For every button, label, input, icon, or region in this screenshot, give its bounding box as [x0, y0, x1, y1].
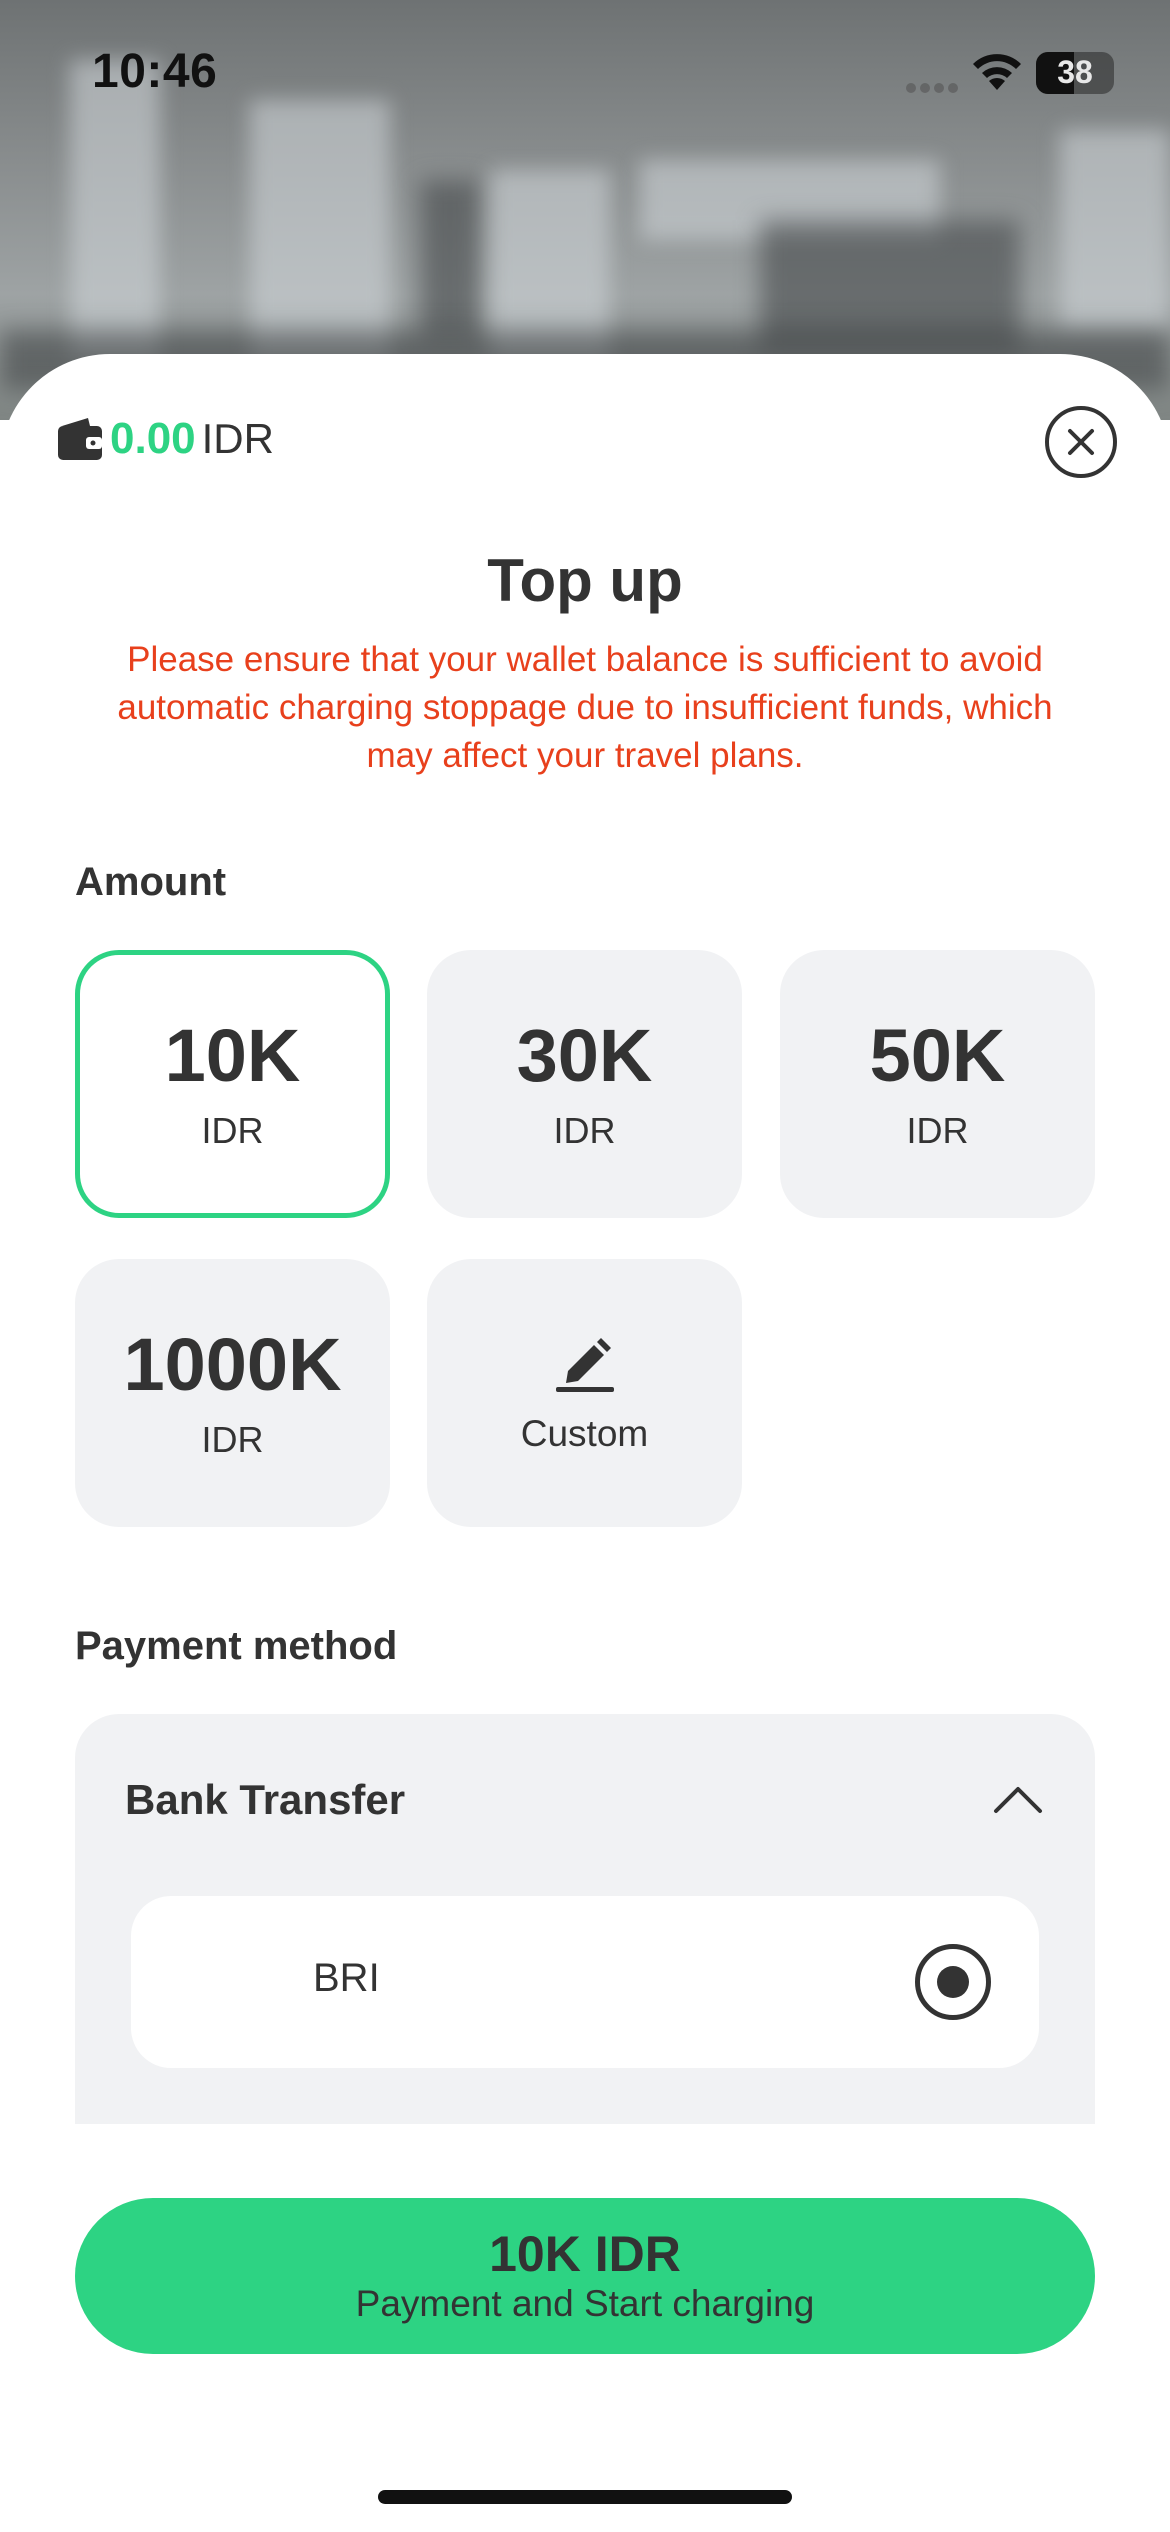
amount-options: 10K IDR 30K IDR 50K IDR 1000K IDR Custom — [75, 950, 1095, 1530]
amount-unit: IDR — [201, 1419, 264, 1460]
edit-icon — [555, 1338, 614, 1392]
close-button[interactable] — [1045, 406, 1117, 478]
status-time: 10:46 — [92, 45, 218, 98]
amount-unit: IDR — [201, 1110, 264, 1151]
battery-level: 38 — [1057, 54, 1093, 90]
method-bank-transfer[interactable]: Bank Transfer — [125, 1776, 405, 1824]
amount-option-custom[interactable]: Custom — [427, 1259, 742, 1527]
amount-value: 50K — [869, 1014, 1006, 1097]
wallet-balance: 0.00 IDR — [56, 412, 274, 466]
wifi-icon — [973, 54, 1021, 90]
payment-method-panel: Bank Transfer BRI — [75, 1714, 1095, 2124]
amount-option-10k[interactable]: 10K IDR — [75, 950, 390, 1218]
wallet-amount: 0.00 — [110, 414, 196, 463]
amount-option-50k[interactable]: 50K IDR — [780, 950, 1095, 1218]
amount-unit: IDR — [553, 1110, 616, 1151]
balance-warning: Please ensure that your wallet balance i… — [117, 640, 1053, 775]
pay-amount: 10K IDR — [489, 2226, 681, 2282]
custom-label: Custom — [520, 1413, 649, 1454]
chevron-up-icon[interactable] — [993, 1784, 1043, 1814]
wallet-currency: IDR — [201, 415, 274, 462]
amount-option-30k[interactable]: 30K IDR — [427, 950, 742, 1218]
amount-unit: IDR — [906, 1110, 969, 1151]
amount-label: Amount — [75, 860, 227, 904]
payment-method-label: Payment method — [75, 1624, 398, 1668]
close-icon — [1068, 429, 1094, 455]
amount-option-1000k[interactable]: 1000K IDR — [75, 1259, 390, 1527]
pay-caption: Payment and Start charging — [355, 2283, 815, 2324]
battery-icon: 38 — [1036, 52, 1114, 94]
home-indicator — [378, 2490, 792, 2504]
bank-name: BRI — [313, 1956, 380, 2000]
wallet-icon — [58, 418, 102, 460]
amount-value: 30K — [516, 1014, 653, 1097]
bank-option-bri[interactable]: BRI — [131, 1896, 1039, 2068]
radio-selected-icon[interactable] — [915, 1944, 991, 2020]
status-bar: 10:46 38 — [0, 0, 1170, 150]
cellular-signal-icon — [906, 83, 958, 93]
pay-and-start-charging-button[interactable]: 10K IDR Payment and Start charging — [75, 2198, 1095, 2354]
amount-value: 10K — [164, 1014, 301, 1097]
amount-value: 1000K — [123, 1323, 342, 1406]
page-title: Top up — [487, 547, 683, 614]
